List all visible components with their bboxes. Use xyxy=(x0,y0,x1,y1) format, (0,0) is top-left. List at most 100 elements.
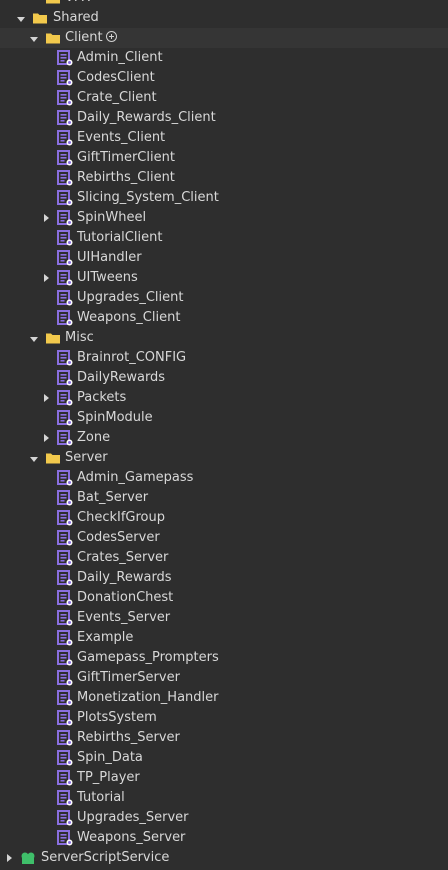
tree-row[interactable]: Packets xyxy=(0,388,448,408)
tree-row[interactable]: TP_Player xyxy=(0,768,448,788)
tree-row[interactable]: Daily_Rewards_Client xyxy=(0,108,448,128)
tree-row[interactable]: Bat_Server xyxy=(0,488,448,508)
collapse-arrow-icon[interactable] xyxy=(44,214,49,222)
local-script-icon xyxy=(57,230,73,246)
tree-row[interactable]: Zone xyxy=(0,428,448,448)
tree-row[interactable]: Upgrades_Server xyxy=(0,808,448,828)
tree-row[interactable]: UIHandler xyxy=(0,248,448,268)
local-script-icon xyxy=(57,90,73,106)
tree-row-label: Upgrades_Server xyxy=(77,810,189,825)
tree-row-label: Weapons_Client xyxy=(77,310,181,325)
tree-row[interactable]: CodesServer xyxy=(0,528,448,548)
tree-row[interactable]: Shared xyxy=(0,8,448,28)
collapse-arrow-icon[interactable] xyxy=(7,854,12,862)
tree-row[interactable]: VFX xyxy=(0,0,448,8)
tree-row-label: Slicing_System_Client xyxy=(77,190,219,205)
tree-row[interactable]: TutorialClient xyxy=(0,228,448,248)
tree-row[interactable]: ServerScriptService xyxy=(0,848,448,868)
tree-row-label: GiftTimerServer xyxy=(77,670,180,685)
tree-row[interactable]: Gamepass_Prompters xyxy=(0,648,448,668)
tree-row[interactable]: Crates_Server xyxy=(0,548,448,568)
tree-row[interactable]: Admin_Client xyxy=(0,48,448,68)
tree-row[interactable]: Tutorial xyxy=(0,788,448,808)
tree-row[interactable]: Slicing_System_Client xyxy=(0,188,448,208)
tree-row-label: GiftTimerClient xyxy=(77,150,175,165)
tree-row[interactable]: Monetization_Handler xyxy=(0,688,448,708)
tree-row-label: Tutorial xyxy=(77,790,125,805)
tree-row-label: DonationChest xyxy=(77,590,174,605)
tree-row[interactable]: Crate_Client xyxy=(0,88,448,108)
tree-row-label: CheckIfGroup xyxy=(77,510,165,525)
tree-row[interactable]: SpinModule xyxy=(0,408,448,428)
tree-row-label: Crate_Client xyxy=(77,90,157,105)
add-object-icon[interactable] xyxy=(106,31,117,42)
tree-row-label: Spin_Data xyxy=(77,750,143,765)
tree-row-label: CodesServer xyxy=(77,530,160,545)
tree-row[interactable]: PlotsSystem xyxy=(0,708,448,728)
tree-row[interactable]: GiftTimerServer xyxy=(0,668,448,688)
local-script-icon xyxy=(57,370,73,386)
folder-icon xyxy=(45,450,61,466)
expand-arrow-icon[interactable] xyxy=(30,337,38,342)
tree-row[interactable]: Events_Client xyxy=(0,128,448,148)
tree-row[interactable]: UITweens xyxy=(0,268,448,288)
collapse-arrow-icon[interactable] xyxy=(44,394,49,402)
local-script-icon xyxy=(57,630,73,646)
local-script-icon xyxy=(57,210,73,226)
tree-row[interactable]: GiftTimerClient xyxy=(0,148,448,168)
tree-row-label: VFX xyxy=(65,0,90,6)
local-script-icon xyxy=(57,810,73,826)
tree-row[interactable]: Brainrot_CONFIG xyxy=(0,348,448,368)
local-script-icon xyxy=(57,790,73,806)
collapse-arrow-icon[interactable] xyxy=(44,434,49,442)
tree-row-label: Daily_Rewards xyxy=(77,570,172,585)
tree-row[interactable]: CodesClient xyxy=(0,68,448,88)
local-script-icon xyxy=(57,50,73,66)
expand-arrow-icon[interactable] xyxy=(17,17,25,22)
tree-row[interactable]: DonationChest xyxy=(0,588,448,608)
tree-row-label: Weapons_Server xyxy=(77,830,186,845)
folder-icon xyxy=(45,0,61,6)
tree-row[interactable]: Example xyxy=(0,628,448,648)
tree-row-label: Misc xyxy=(65,330,94,345)
folder-icon xyxy=(45,330,61,346)
tree-row[interactable]: Misc xyxy=(0,328,448,348)
tree-row[interactable]: Rebirths_Server xyxy=(0,728,448,748)
local-script-icon xyxy=(57,830,73,846)
tree-row[interactable]: Client xyxy=(0,28,448,48)
tree-row-label: Shared xyxy=(53,10,99,25)
expand-arrow-icon[interactable] xyxy=(30,457,38,462)
tree-row-label: Brainrot_CONFIG xyxy=(77,350,187,365)
tree-row-label: Bat_Server xyxy=(77,490,149,505)
local-script-icon xyxy=(57,70,73,86)
tree-row-label: Client xyxy=(65,30,103,45)
tree-row[interactable]: Spin_Data xyxy=(0,748,448,768)
tree-row[interactable]: Server xyxy=(0,448,448,468)
tree-row-label: UITweens xyxy=(77,270,138,285)
collapse-arrow-icon[interactable] xyxy=(44,274,49,282)
tree-row-label: Admin_Gamepass xyxy=(77,470,194,485)
local-script-icon xyxy=(57,570,73,586)
tree-row[interactable]: Rebirths_Client xyxy=(0,168,448,188)
folder-icon xyxy=(32,10,48,26)
tree-row-label: Monetization_Handler xyxy=(77,690,219,705)
tree-row[interactable]: Upgrades_Client xyxy=(0,288,448,308)
tree-row[interactable]: Daily_Rewards xyxy=(0,568,448,588)
tree-row[interactable]: Weapons_Client xyxy=(0,308,448,328)
tree-row[interactable]: DailyRewards xyxy=(0,368,448,388)
tree-row[interactable]: Events_Server xyxy=(0,608,448,628)
tree-row[interactable]: SpinWheel xyxy=(0,208,448,228)
tree-row[interactable]: Admin_Gamepass xyxy=(0,468,448,488)
local-script-icon xyxy=(57,610,73,626)
local-script-icon xyxy=(57,730,73,746)
expand-arrow-icon[interactable] xyxy=(30,37,38,42)
tree-row[interactable]: CheckIfGroup xyxy=(0,508,448,528)
tree-row[interactable]: Weapons_Server xyxy=(0,828,448,848)
local-script-icon xyxy=(57,470,73,486)
local-script-icon xyxy=(57,270,73,286)
tree-row-label: SpinModule xyxy=(77,410,153,425)
tree-row-label: PlotsSystem xyxy=(77,710,157,725)
local-script-icon xyxy=(57,770,73,786)
tree-row-label: Zone xyxy=(77,430,111,445)
local-script-icon xyxy=(57,690,73,706)
